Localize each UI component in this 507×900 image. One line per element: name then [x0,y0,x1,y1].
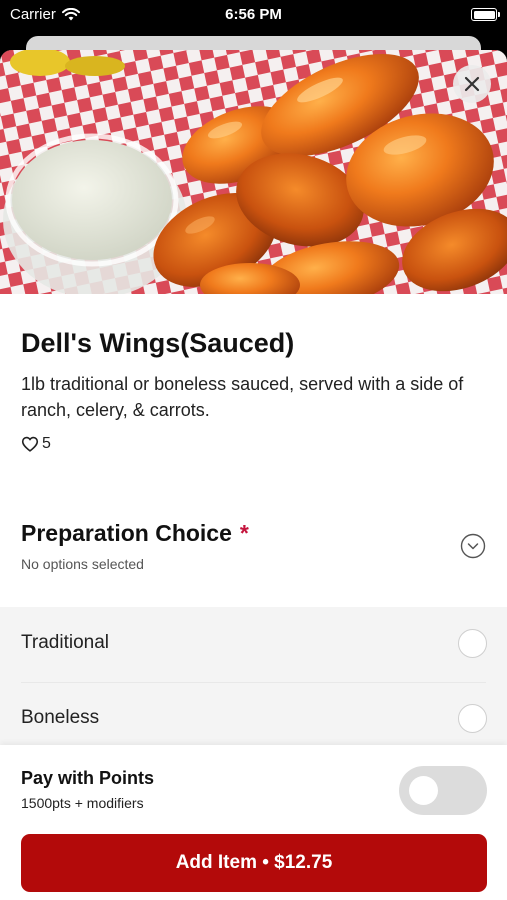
preparation-title-text: Preparation Choice [21,520,232,546]
like-count: 5 [42,435,51,452]
option-label: Traditional [21,632,110,653]
option-radio[interactable] [458,704,487,733]
toggle-knob [409,776,438,805]
chevron-down-icon[interactable] [460,533,486,559]
close-button[interactable] [453,65,491,103]
option-label: Boneless [21,707,100,728]
like-button[interactable]: 5 [21,435,51,453]
required-indicator: * [239,520,249,546]
preparation-title: Preparation Choice * [21,520,249,547]
preparation-options: Traditional Boneless [0,607,507,757]
item-detail-sheet: Dell's Wings(Sauced) 1lb traditional or … [0,50,507,900]
item-title: Dell's Wings(Sauced) [21,328,295,358]
option-radio[interactable] [458,629,487,658]
checkout-panel: Pay with Points 1500pts + modifiers Add … [0,745,507,900]
item-description: 1lb traditional or boneless sauced, serv… [21,374,464,420]
add-item-button[interactable]: Add Item • $12.75 [21,834,487,892]
pay-with-points-title: Pay with Points [21,768,155,788]
status-time: 6:56 PM [225,6,282,23]
battery-icon [471,8,500,21]
heart-icon [21,436,39,452]
option-row-traditional[interactable]: Traditional [0,607,507,683]
preparation-subtitle: No options selected [21,556,144,572]
pay-with-points-toggle[interactable] [399,766,487,815]
pay-with-points-subtitle: 1500pts + modifiers [21,795,144,811]
item-photo [0,50,507,294]
status-bar: Carrier 6:56 PM [0,0,507,30]
close-icon [464,76,480,92]
